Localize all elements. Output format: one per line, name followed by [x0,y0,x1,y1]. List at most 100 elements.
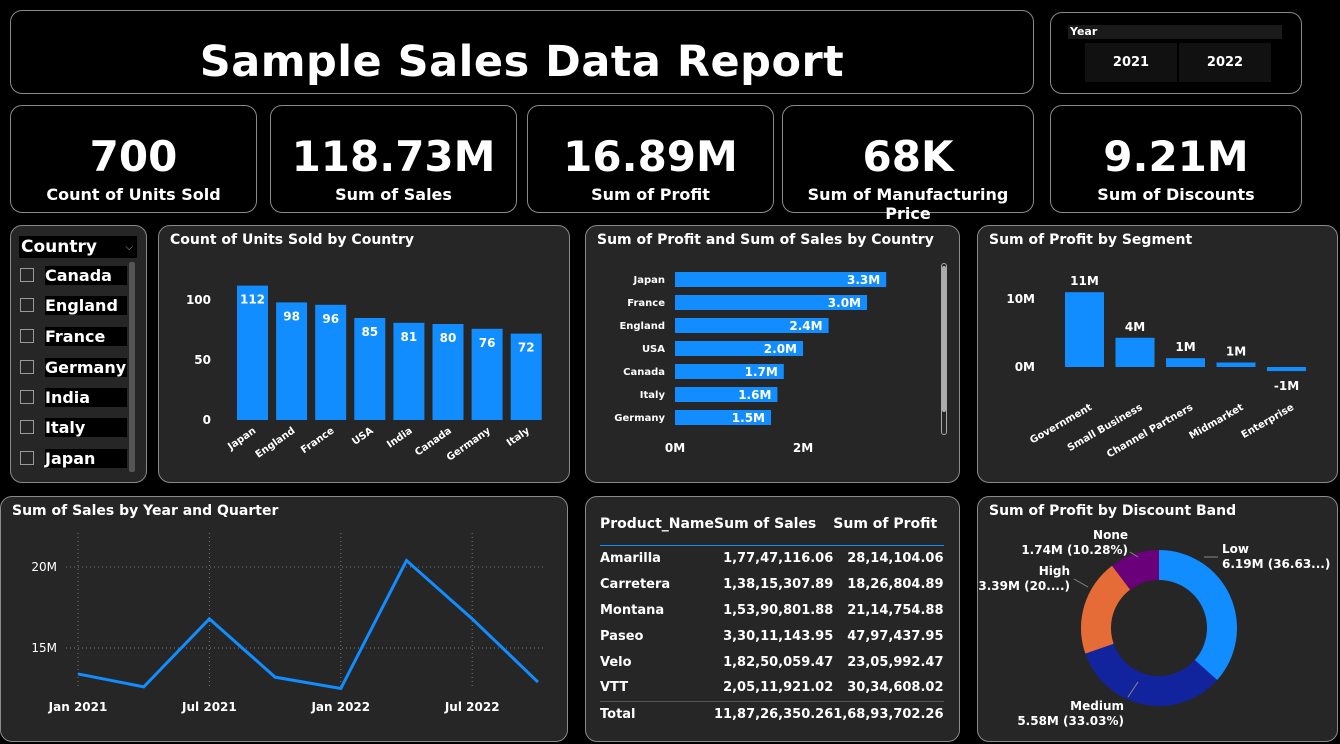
data-label: 4M [1125,320,1145,334]
x-tick-label: Italy [505,425,532,449]
bar-segment[interactable] [1267,367,1306,372]
y-tick-label: Canada [623,367,665,378]
y-tick-label: 0M [1015,360,1035,374]
product-cell: Amarilla [600,550,661,566]
year-slicer: Year 2021 2022 [1050,12,1302,94]
y-tick-label: Germany [614,413,665,424]
data-label: 76 [479,336,496,350]
units-by-country-svg: 0 50 100 112 Japan 98 England 96 France 85 USA 81 In… [186,285,542,464]
country-option-germany[interactable]: Germany [20,356,127,378]
x-tick-label: Jul 2021 [181,700,237,714]
kpi-value: 700 [89,132,178,181]
table-total-row: Total 11,87,26,350.26 1,68,93,702.26 [600,701,944,727]
slice-value-label: 1.74M (10.28%) [1021,543,1128,557]
x-tick-label: Midmarket [1188,402,1246,442]
kpi-label: Sum of Profit [591,185,710,204]
table-row[interactable]: Velo 1,82,50,059.47 23,05,992.47 [600,649,944,675]
y-tick-label: 15M [31,641,57,655]
data-label: 80 [440,331,457,345]
profit-cell: 28,14,104.06 [847,550,944,566]
table-row[interactable]: Amarilla 1,77,47,116.06 28,14,104.06 [600,545,944,571]
product-cell: Velo [600,654,632,670]
data-label: 3.0M [828,296,861,310]
slice-medium[interactable] [1085,643,1218,706]
kpi-manufacturing-price-card: 68K Sum of Manufacturing Price [782,105,1034,223]
y-tick-label: 100 [186,293,211,307]
country-slicer-title: Country [21,237,97,257]
table-row[interactable]: Montana 1,53,90,801.88 21,14,754.88 [600,597,944,623]
y-tick-label: 10M [1006,292,1035,306]
country-slicer-header[interactable]: Country ⌵ [19,236,137,258]
column-header-sales[interactable]: Sum of Sales [714,503,833,545]
x-tick-label: Germany [445,425,493,463]
product-cell: Paseo [600,628,644,644]
x-tick-label: Jul 2022 [444,700,500,714]
kpi-label: Count of Units Sold [46,185,221,204]
y-tick-label: 20M [31,560,57,574]
checkbox-icon[interactable] [20,268,34,282]
y-tick-label: 0 [203,413,211,427]
data-label: 2.0M [764,342,797,356]
report-title-panel: Sample Sales Data Report [10,10,1034,94]
profit-cell: 47,97,437.95 [847,628,944,644]
slice-value-label: 6.19M (36.63...) [1222,557,1330,571]
column-header-product[interactable]: Product_Name [600,503,714,545]
checkbox-icon[interactable] [20,329,34,343]
bar-segment[interactable] [1166,358,1205,367]
checkbox-icon[interactable] [20,360,34,374]
slice-name-label: Medium [1070,699,1124,713]
kpi-label: Sum of Discounts [1097,185,1255,204]
slice-name-label: High [1039,564,1070,578]
data-label: 85 [361,325,378,339]
checkbox-icon[interactable] [20,420,34,434]
country-option-india[interactable]: India [20,386,127,408]
kpi-label: Sum of Sales [335,185,452,204]
product-cell: Montana [600,602,665,618]
table-row[interactable]: VTT 2,05,11,921.02 30,34,608.02 [600,675,944,701]
total-sales: 11,87,26,350.26 [714,706,834,722]
bar-segment[interactable] [1065,292,1104,367]
units-by-country-chart: Count of Units Sold by Country 0 50 100 112… [158,225,570,483]
profit-sales-by-country-chart: Sum of Profit and Sum of Sales by Countr… [585,225,960,483]
sales-cell: 1,82,50,059.47 [723,654,834,670]
sales-line[interactable] [77,558,539,691]
kpi-profit-card: 16.89M Sum of Profit [527,105,774,213]
data-label: 112 [240,293,265,307]
bar-segment[interactable] [1115,337,1155,367]
data-label: 96 [322,312,339,326]
x-tick-label: England [254,425,298,460]
x-tick-label: France [299,425,336,456]
checkbox-icon[interactable] [20,451,34,465]
country-option-canada[interactable]: Canada [20,264,127,286]
slice-name-label: Low [1222,542,1249,556]
bar-segment[interactable] [1216,362,1256,367]
year-option-2021[interactable]: 2021 [1085,43,1177,82]
country-option-japan[interactable]: Japan [20,447,127,469]
year-option-2022[interactable]: 2022 [1179,43,1271,82]
data-label: 98 [283,309,300,323]
table-row[interactable]: Carretera 1,38,15,307.89 18,26,804.89 [600,571,944,597]
column-header-profit[interactable]: Sum of Profit [833,503,943,545]
profit-by-segment-chart: Sum of Profit by Segment 0M 10M 11M Governm… [977,225,1338,483]
country-option-italy[interactable]: Italy [20,416,127,438]
slice-name-label: None [1093,528,1128,542]
chart-scrollbar[interactable] [941,263,947,435]
checkbox-icon[interactable] [20,298,34,312]
sales-cell: 2,05,11,921.02 [723,680,834,696]
table-row[interactable]: Paseo 3,30,11,143.95 47,97,437.95 [600,623,944,649]
x-tick-label: Jan 2022 [310,700,370,714]
report-title: Sample Sales Data Report [199,37,845,87]
leader-line [1073,578,1089,588]
year-slicer-header: Year [1068,25,1282,39]
slicer-scrollbar[interactable] [129,262,135,472]
country-option-england[interactable]: England [20,294,127,316]
country-option-france[interactable]: France [20,325,127,347]
product-table: Product_Name Sum of Sales Sum of Profit … [600,503,944,727]
profit-by-segment-svg: 0M10M11MGovernment4MSmall Business1MChan… [1006,274,1306,460]
y-tick-label: USA [642,344,665,355]
x-tick-label: 0M [665,441,685,455]
checkbox-icon[interactable] [20,390,34,404]
profit-cell: 23,05,992.47 [847,654,944,670]
chevron-down-icon[interactable]: ⌵ [125,242,133,253]
x-tick-label: 2M [793,441,813,455]
